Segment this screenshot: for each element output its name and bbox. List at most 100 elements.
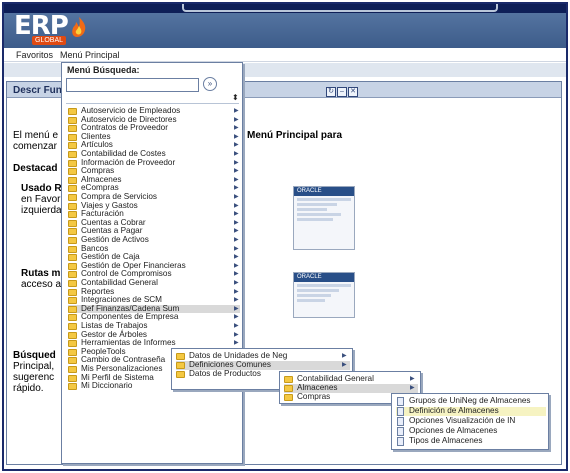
folder-icon — [68, 331, 77, 339]
submenu-item[interactable]: Grupos de UniNeg de Almacenes — [396, 396, 546, 406]
chevron-right-icon: ▶ — [234, 254, 239, 261]
folder-icon — [68, 159, 77, 167]
folder-icon — [68, 288, 77, 296]
chevron-right-icon: ▶ — [234, 168, 239, 175]
header-tab-shape — [182, 4, 498, 12]
routes-heading: Rutas m — [21, 268, 61, 279]
folder-icon — [68, 383, 77, 391]
refresh-icon[interactable]: ↻ — [326, 87, 336, 97]
chevron-right-icon: ▶ — [234, 219, 239, 226]
chevron-right-icon: ▶ — [234, 305, 239, 312]
chevron-right-icon: ▶ — [234, 116, 239, 123]
chevron-right-icon: ▶ — [342, 353, 347, 359]
panel-controls: ↻ – ✕ — [325, 85, 358, 97]
folder-icon — [68, 297, 77, 305]
submenu-item-label: Compras — [297, 392, 331, 401]
chevron-right-icon: ▶ — [410, 376, 415, 382]
menu-search-input[interactable] — [66, 78, 199, 92]
submenu-item-label: Tipos de Almacenes — [409, 436, 483, 445]
folder-icon — [68, 133, 77, 141]
screenshot-thumbnail-1: ORACLE — [293, 186, 355, 250]
folder-icon — [68, 305, 77, 313]
page-icon — [397, 437, 404, 446]
chevron-right-icon: ▶ — [234, 151, 239, 157]
folder-icon — [68, 142, 77, 150]
browser-frame: ERP GLOBAL Favoritos Menú Principal Desc… — [2, 2, 568, 471]
search-text-1: Principal, — [13, 361, 55, 372]
submenu-item-label: Datos de Productos — [189, 369, 261, 378]
chevron-right-icon: ▶ — [234, 271, 239, 278]
chevron-right-icon: ▶ — [234, 228, 239, 235]
chevron-right-icon: ▶ — [234, 331, 239, 338]
folder-icon — [68, 340, 77, 348]
submenu-item[interactable]: Definición de Almacenes — [396, 406, 546, 416]
section-featured: Destacad — [13, 163, 58, 174]
intro-text-3: Menú Principal para — [247, 130, 343, 141]
folder-icon — [68, 348, 77, 356]
sort-icon[interactable]: ⬍ — [232, 93, 239, 102]
submenu-item-label: Opciones Visualización de IN — [409, 416, 516, 425]
close-icon[interactable]: ✕ — [348, 87, 358, 97]
chevron-right-icon: ▶ — [234, 202, 239, 209]
submenu-item-label: Definiciones Comunes — [189, 360, 271, 369]
minimize-icon[interactable]: – — [337, 87, 347, 97]
chevron-right-icon: ▶ — [234, 262, 239, 269]
used-heading: Usado R — [21, 183, 62, 194]
folder-icon — [68, 125, 77, 133]
page-icon — [397, 427, 404, 436]
submenu-item-label: Grupos de UniNeg de Almacenes — [409, 396, 531, 405]
routes-text: acceso al — [21, 279, 64, 290]
chevron-right-icon: ▶ — [342, 362, 347, 368]
folder-icon — [68, 168, 77, 176]
chevron-right-icon: ▶ — [234, 211, 239, 218]
folder-icon — [68, 271, 77, 279]
folder-icon — [176, 362, 185, 369]
search-text-2: sugerenc — [13, 372, 55, 383]
submenu-warehouses: Grupos de UniNeg de Almacenes Definición … — [391, 393, 549, 450]
folder-icon — [176, 371, 185, 378]
folder-icon — [68, 357, 77, 365]
chevron-right-icon: ▶ — [234, 314, 239, 321]
chevron-right-icon: ▶ — [234, 185, 239, 192]
menu-item-label: Mi Diccionario — [81, 381, 133, 391]
folder-icon — [68, 202, 77, 210]
folder-icon — [68, 185, 77, 193]
chevron-right-icon: ▶ — [234, 133, 239, 140]
folder-icon — [68, 194, 77, 201]
screenshot-thumbnail-2: ORACLE — [293, 272, 355, 318]
submenu-item-label: Definición de Almacenes — [409, 406, 499, 415]
folder-icon — [68, 211, 77, 219]
submenu-item[interactable]: Opciones Visualización de IN — [396, 416, 546, 426]
search-text-3: rápido. — [13, 383, 44, 394]
submenu-item-label: Datos de Unidades de Neg — [189, 351, 288, 360]
favorites-menu[interactable]: Favoritos — [16, 50, 53, 60]
submenu-item-label: Almacenes — [297, 383, 338, 392]
used-text-1: en Favori — [21, 194, 63, 205]
submenu-item[interactable]: Tipos de Almacenes — [396, 436, 546, 446]
chevron-right-icon: ▶ — [234, 176, 239, 183]
folder-icon — [68, 323, 77, 330]
chevron-right-icon: ▶ — [234, 237, 239, 243]
folder-icon — [68, 237, 77, 244]
menu-search-label: Menú Búsqueda: — [67, 65, 140, 75]
folder-icon — [68, 245, 77, 253]
folder-icon — [284, 394, 293, 401]
chevron-right-icon: ▶ — [234, 142, 239, 149]
chevron-right-icon: ▶ — [234, 340, 239, 347]
chevron-right-icon: ▶ — [234, 323, 239, 329]
chevron-right-icon: ▶ — [234, 288, 239, 295]
submenu-item[interactable]: Opciones de Almacenes — [396, 426, 546, 436]
thumbnail-brand: ORACLE — [294, 187, 354, 196]
main-menu[interactable]: Menú Principal — [60, 50, 120, 60]
folder-icon — [68, 176, 77, 184]
folder-icon — [68, 219, 77, 227]
chevron-right-icon: ▶ — [234, 194, 239, 200]
app-header: ERP GLOBAL — [4, 4, 566, 48]
folder-icon — [68, 108, 77, 115]
folder-icon — [284, 376, 293, 383]
folder-icon — [68, 374, 77, 382]
chevron-right-icon: ▶ — [234, 245, 239, 252]
page-icon — [397, 397, 404, 406]
folder-icon — [68, 254, 77, 262]
search-go-icon[interactable]: » — [203, 77, 217, 91]
